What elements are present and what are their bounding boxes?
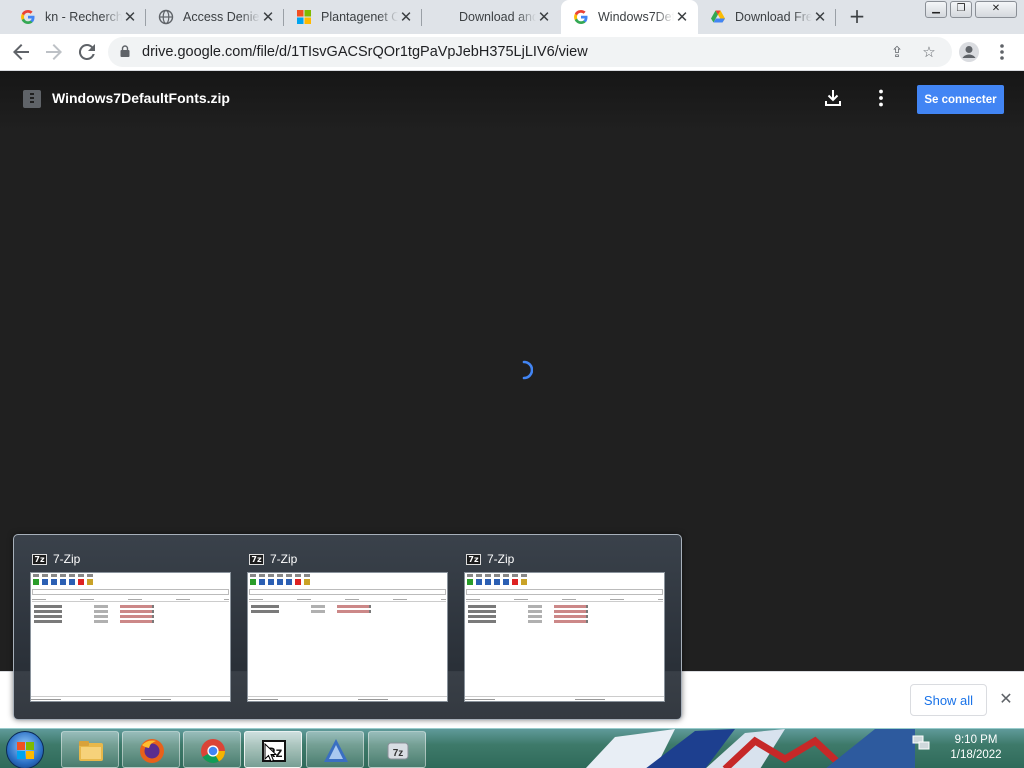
taskbar-seven-zip[interactable]: 7z bbox=[368, 731, 426, 768]
tab-windows7-default-fonts[interactable]: Windows7Defa ✕ bbox=[561, 0, 698, 34]
tab-title: kn - Recherche bbox=[45, 10, 122, 24]
new-tab-button[interactable]: + bbox=[845, 5, 869, 29]
thumbnail-preview bbox=[464, 572, 665, 702]
lock-icon bbox=[120, 45, 130, 57]
taskbar-chrome[interactable] bbox=[183, 731, 241, 768]
close-icon[interactable]: ✕ bbox=[122, 9, 138, 25]
taskbar-file-explorer[interactable] bbox=[61, 731, 119, 768]
file-name: Windows7DefaultFonts.zip bbox=[52, 90, 230, 106]
thumbnail-preview bbox=[30, 572, 231, 702]
microsoft-icon bbox=[296, 9, 312, 25]
back-button[interactable] bbox=[9, 40, 33, 64]
network-icon[interactable] bbox=[912, 735, 930, 751]
close-downloads-bar-icon[interactable]: ✕ bbox=[996, 689, 1016, 709]
viewer-header: Windows7DefaultFonts.zip Se connecter bbox=[0, 71, 1024, 131]
taskbar-thumbnail-popup: 7z 7-Zip 7z 7-Zip 7z 7-Zip bbox=[13, 534, 682, 720]
chrome-icon bbox=[201, 739, 225, 764]
seven-zip-icon: 7z bbox=[32, 553, 47, 565]
wallpaper-graphic bbox=[585, 729, 915, 768]
loading-spinner-icon bbox=[522, 360, 533, 380]
kebab-menu-icon bbox=[1000, 44, 1004, 60]
tab-download-free[interactable]: Download Free ✕ bbox=[698, 0, 836, 34]
tab-separator bbox=[835, 9, 836, 26]
tab-title: Access Denied bbox=[183, 10, 260, 24]
globe-icon bbox=[158, 9, 174, 25]
close-icon[interactable]: ✕ bbox=[398, 9, 414, 25]
firefox-icon bbox=[140, 739, 164, 763]
profile-button[interactable] bbox=[957, 40, 981, 64]
minimize-button[interactable]: ▁ bbox=[925, 1, 947, 18]
window-controls: ▁ ❐ ✕ bbox=[922, 1, 1017, 19]
address-bar[interactable]: drive.google.com/file/d/1TIsvGACSrQOr1tg… bbox=[108, 37, 952, 67]
url-text: drive.google.com/file/d/1TIsvGACSrQOr1tg… bbox=[142, 44, 588, 60]
tab-title: Plantagenet Ontario bbox=[321, 10, 398, 24]
close-icon[interactable]: ✕ bbox=[674, 9, 690, 25]
thumbnail-title: 7-Zip bbox=[487, 552, 515, 566]
window-thumbnail[interactable]: 7z 7-Zip bbox=[231, 535, 448, 721]
thumbnail-preview bbox=[247, 572, 448, 702]
browser-menu-button[interactable] bbox=[990, 40, 1014, 64]
reload-icon bbox=[78, 43, 95, 60]
browser-toolbar: drive.google.com/file/d/1TIsvGACSrQOr1tg… bbox=[0, 34, 1024, 71]
more-options-icon[interactable] bbox=[870, 87, 892, 109]
window-close-button[interactable]: ✕ bbox=[975, 1, 1017, 18]
seven-zip-icon: 7z bbox=[466, 553, 481, 565]
archive-file-icon bbox=[23, 90, 41, 108]
window-thumbnail[interactable]: 7z 7-Zip bbox=[14, 535, 231, 721]
google-g-icon bbox=[573, 9, 589, 25]
tab-title: Download Free bbox=[735, 10, 812, 24]
profile-icon bbox=[959, 42, 979, 62]
show-all-downloads-button[interactable]: Show all bbox=[910, 684, 987, 716]
windows-taskbar: Rz 7z 9:10 PM 1/18/2022 bbox=[0, 728, 1024, 768]
drive-icon bbox=[710, 9, 726, 25]
app-icon bbox=[324, 739, 348, 762]
close-icon[interactable]: ✕ bbox=[536, 9, 552, 25]
windows-logo-icon bbox=[17, 742, 34, 759]
taskbar-firefox[interactable] bbox=[122, 731, 180, 768]
bookmark-star-icon[interactable]: ☆ bbox=[918, 41, 940, 63]
tab-kn-recherche[interactable]: kn - Recherche ✕ bbox=[8, 0, 146, 34]
system-clock[interactable]: 9:10 PM 1/18/2022 bbox=[936, 733, 1016, 763]
clock-date: 1/18/2022 bbox=[950, 749, 1002, 761]
svg-text:7z: 7z bbox=[393, 748, 404, 759]
download-icon[interactable] bbox=[822, 87, 844, 109]
close-icon[interactable]: ✕ bbox=[260, 9, 276, 25]
reload-button[interactable] bbox=[75, 40, 99, 64]
google-g-icon bbox=[20, 9, 36, 25]
tab-access-denied[interactable]: Access Denied ✕ bbox=[146, 0, 284, 34]
thumbnail-title: 7-Zip bbox=[53, 552, 81, 566]
blank-favicon bbox=[434, 9, 450, 25]
close-icon[interactable]: ✕ bbox=[812, 9, 828, 25]
forward-button[interactable] bbox=[42, 40, 66, 64]
mouse-cursor-icon bbox=[264, 743, 278, 763]
thumbnail-title: 7-Zip bbox=[270, 552, 298, 566]
tab-strip: kn - Recherche ✕ Access Denied ✕ Plantag… bbox=[0, 0, 1024, 34]
clock-time: 9:10 PM bbox=[954, 734, 998, 746]
sign-in-button[interactable]: Se connecter bbox=[917, 85, 1004, 114]
arrow-left-icon bbox=[13, 44, 29, 60]
tab-title: Download and bbox=[459, 10, 536, 24]
tab-download-and[interactable]: Download and ✕ bbox=[422, 0, 560, 34]
restore-button[interactable]: ❐ bbox=[950, 1, 972, 18]
arrow-right-icon bbox=[46, 44, 62, 60]
file-explorer-icon bbox=[79, 741, 103, 761]
seven-zip-icon: 7z bbox=[249, 553, 264, 565]
start-button[interactable] bbox=[6, 731, 44, 768]
tab-plantagenet[interactable]: Plantagenet Ontario ✕ bbox=[284, 0, 422, 34]
tab-title: Windows7Defa bbox=[598, 10, 674, 24]
share-icon[interactable]: ⇪ bbox=[886, 41, 908, 63]
window-thumbnail[interactable]: 7z 7-Zip bbox=[448, 535, 665, 721]
taskbar-app[interactable] bbox=[306, 731, 364, 768]
seven-zip-icon: 7z bbox=[387, 742, 409, 760]
